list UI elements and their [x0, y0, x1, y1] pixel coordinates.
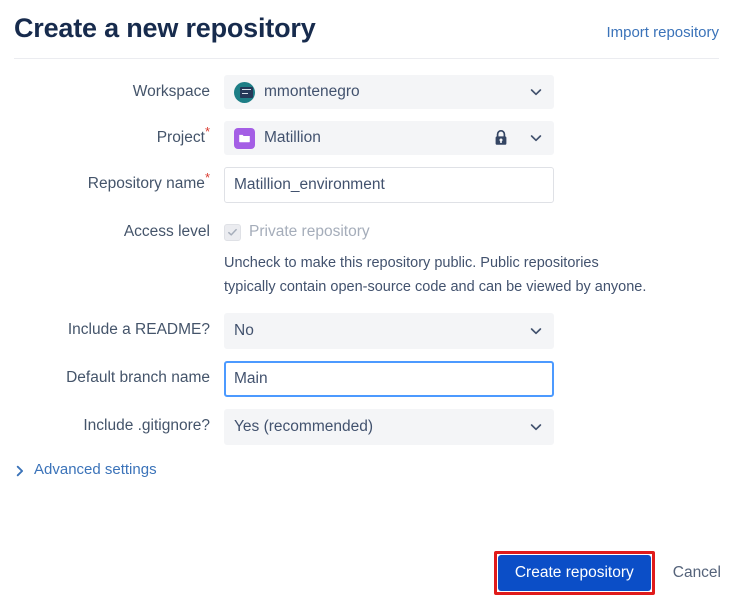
repository-name-input[interactable] — [224, 167, 554, 203]
project-field-cell: Matillion — [224, 121, 719, 155]
workspace-field-cell: mmontenegro — [224, 75, 719, 109]
include-gitignore-label: Include .gitignore? — [83, 417, 210, 434]
import-repository-link[interactable]: Import repository — [606, 24, 719, 41]
workspace-label-cell: Workspace — [14, 75, 224, 109]
lock-icon — [493, 129, 509, 147]
access-level-help-line-1: Uncheck to make this repository public. … — [224, 255, 599, 271]
repository-name-required-marker: * — [204, 169, 210, 185]
chevron-down-icon — [529, 85, 543, 99]
chevron-down-icon — [529, 324, 543, 338]
default-branch-label-cell: Default branch name — [14, 361, 224, 395]
project-selected-value: Matillion — [264, 129, 321, 146]
project-select[interactable]: Matillion — [224, 121, 554, 155]
include-gitignore-field-cell: Yes (recommended) — [224, 409, 719, 445]
repository-name-label: Repository name — [87, 175, 205, 192]
include-readme-selected-value: No — [234, 322, 254, 339]
field-row-repository-name: Repository name* — [14, 167, 719, 203]
project-folder-icon — [234, 127, 255, 149]
access-level-field-cell: Private repository Uncheck to make this … — [224, 215, 719, 299]
project-label: Project — [156, 129, 205, 146]
include-readme-label-cell: Include a README? — [14, 313, 224, 347]
project-label-cell: Project* — [14, 121, 224, 155]
include-readme-label: Include a README? — [67, 321, 210, 338]
private-repository-checkbox-row[interactable]: Private repository — [224, 215, 719, 249]
include-gitignore-selected-value: Yes (recommended) — [234, 418, 373, 435]
workspace-avatar-icon — [234, 81, 255, 103]
workspace-label: Workspace — [132, 83, 210, 100]
field-row-include-readme: Include a README? No — [14, 313, 719, 349]
project-required-marker: * — [204, 123, 210, 139]
workspace-selected-value: mmontenegro — [264, 83, 360, 100]
chevron-right-icon — [14, 464, 26, 476]
include-gitignore-label-cell: Include .gitignore? — [14, 409, 224, 443]
default-branch-field-cell — [224, 361, 719, 397]
field-row-default-branch: Default branch name — [14, 361, 719, 397]
include-readme-field-cell: No — [224, 313, 719, 349]
field-row-project: Project* Matillion — [14, 121, 719, 155]
access-level-label: Access level — [123, 223, 210, 240]
advanced-settings-toggle[interactable]: Advanced settings — [0, 457, 733, 478]
private-repository-checkbox[interactable] — [224, 223, 241, 241]
repository-name-label-cell: Repository name* — [14, 167, 224, 201]
advanced-settings-label: Advanced settings — [34, 461, 157, 478]
field-row-workspace: Workspace mmontenegro — [14, 75, 719, 109]
field-row-access-level: Access level Private repository Uncheck … — [14, 215, 719, 299]
access-level-help-text: Uncheck to make this repository public. … — [224, 251, 704, 299]
include-readme-select[interactable]: No — [224, 313, 554, 349]
create-repository-form: Workspace mmontenegro Project* Matillion… — [0, 59, 733, 445]
page-title: Create a new repository — [14, 13, 316, 43]
default-branch-input[interactable] — [224, 361, 554, 397]
include-gitignore-select[interactable]: Yes (recommended) — [224, 409, 554, 445]
private-repository-label: Private repository — [249, 223, 370, 240]
workspace-select[interactable]: mmontenegro — [224, 75, 554, 109]
access-level-help-line-2: typically contain open-source code and c… — [224, 279, 647, 295]
chevron-down-icon — [529, 131, 543, 145]
page-header: Create a new repository Import repositor… — [0, 0, 733, 48]
repository-name-field-cell — [224, 167, 719, 203]
create-repository-highlight: Create repository — [493, 551, 655, 595]
cancel-button[interactable]: Cancel — [673, 564, 721, 582]
form-actions: Create repository Cancel — [493, 551, 721, 595]
field-row-include-gitignore: Include .gitignore? Yes (recommended) — [14, 409, 719, 445]
access-level-label-cell: Access level — [14, 215, 224, 249]
chevron-down-icon — [529, 420, 543, 434]
default-branch-label: Default branch name — [66, 369, 210, 386]
create-repository-button[interactable]: Create repository — [497, 555, 651, 591]
